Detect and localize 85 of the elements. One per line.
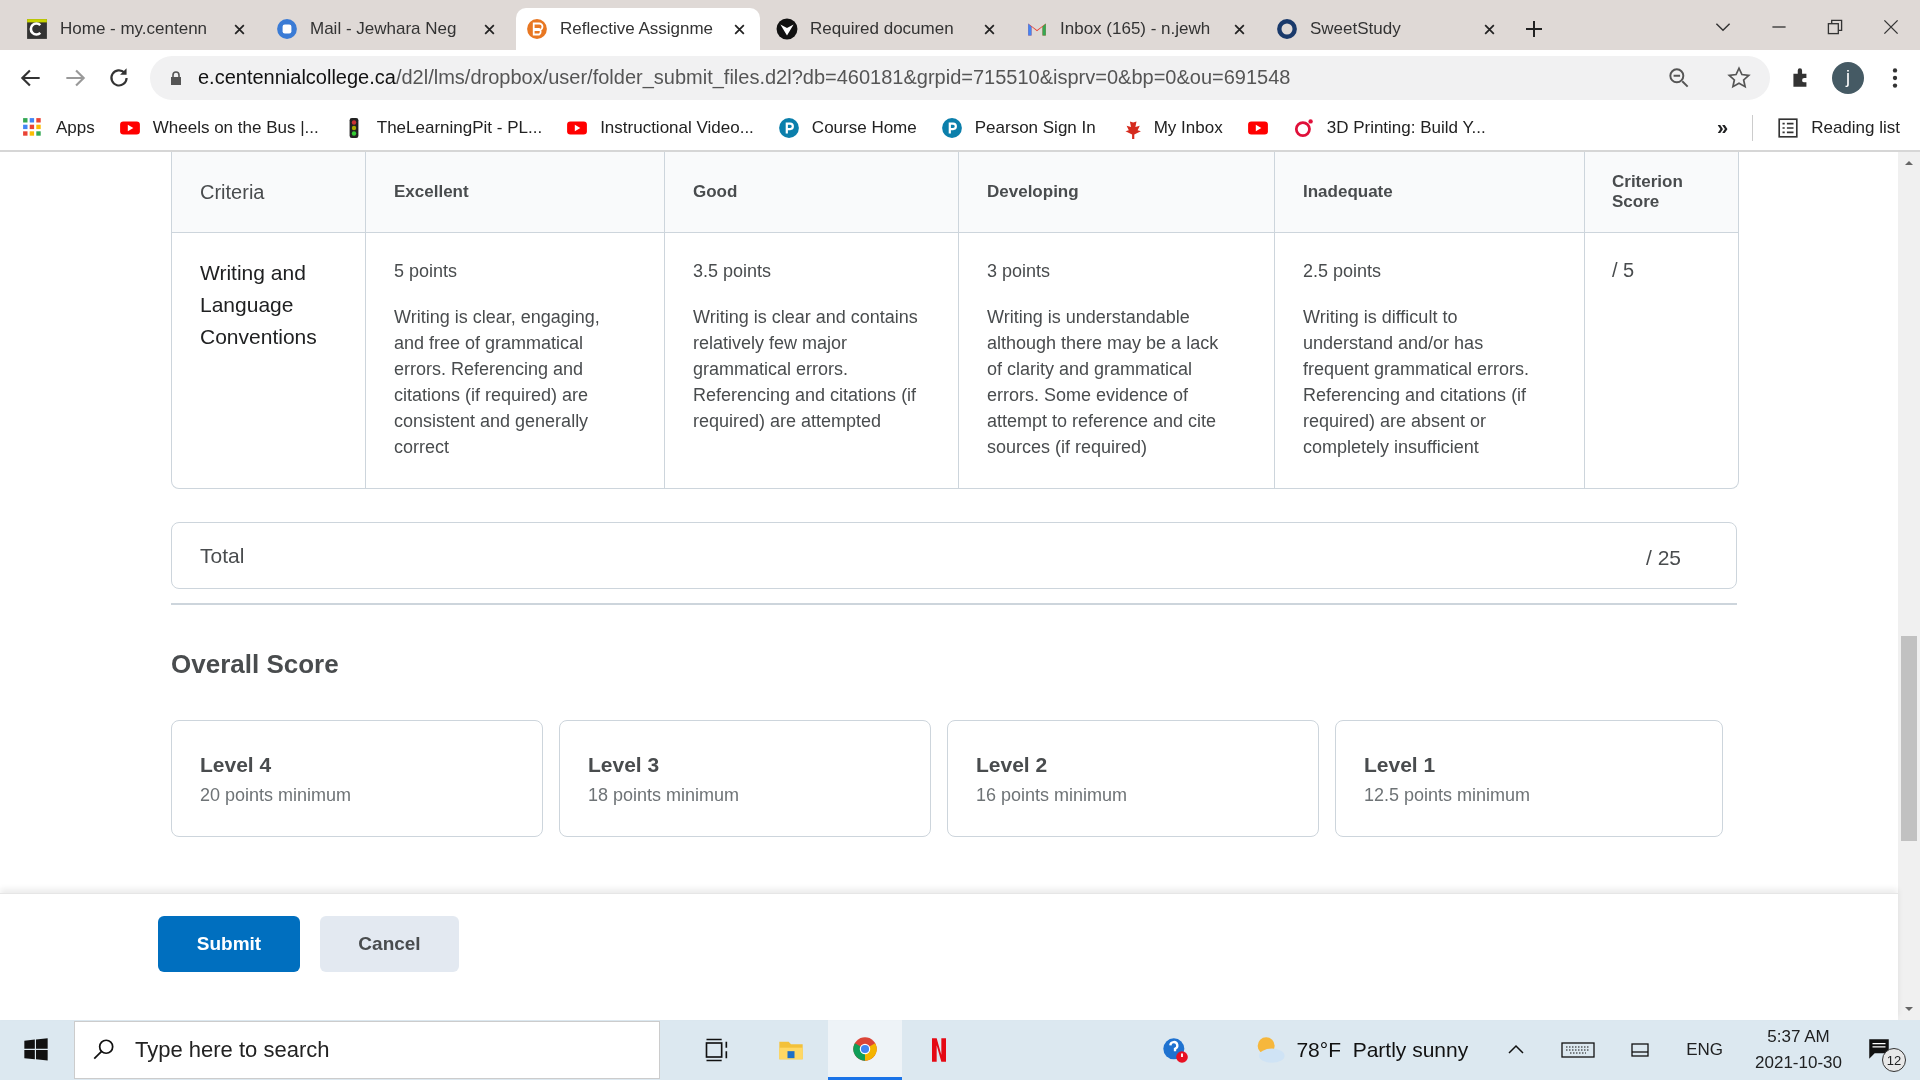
level-description: Writing is understandable although there may be a lack of clarity and grammatical errors. Some evidence of attempt to reference and cite sources (if required): [987, 306, 1220, 459]
submit-button[interactable]: Submit: [158, 916, 300, 972]
level-minimum: 16 points minimum: [976, 785, 1129, 806]
close-tab-icon[interactable]: [733, 22, 746, 36]
level-name: Level 3: [588, 753, 661, 777]
favicon-icon: [26, 18, 48, 40]
weather-widget[interactable]: 78°F Partly sunny: [1252, 1033, 1469, 1067]
scrollbar-thumb[interactable]: [1901, 636, 1917, 841]
bookmark-item[interactable]: 3D Printing: Build Y...: [1292, 116, 1486, 139]
language-indicator[interactable]: ENG: [1686, 1040, 1724, 1060]
tab-title: Mail - Jewhara Neg: [310, 19, 458, 39]
list-icon: [1777, 116, 1800, 139]
level-minimum: 18 points minimum: [588, 785, 741, 806]
favicon-icon: [1276, 18, 1298, 40]
new-tab-icon[interactable]: [1524, 19, 1544, 39]
lock-icon: [168, 69, 184, 86]
column-header: Excellent: [366, 152, 665, 232]
more-bookmarks-button[interactable]: »: [1717, 116, 1729, 139]
level-description: Writing is clear, engaging, and free of grammatical errors. Referencing and citations (if required) are consistent and generally correct: [394, 306, 601, 459]
favicon-icon: [776, 18, 798, 40]
level-points: 3 points: [987, 261, 1052, 282]
level-points: 2.5 points: [1303, 261, 1383, 282]
section-heading: Overall Score: [171, 649, 340, 680]
close-tab-icon[interactable]: [1233, 22, 1246, 36]
bookmark-icon: [940, 116, 963, 139]
browser-tab[interactable]: SweetStudy: [1266, 8, 1510, 50]
bookmark-item[interactable]: Apps: [22, 116, 95, 139]
clock-date[interactable]: 2021-10-30: [1755, 1053, 1842, 1073]
total-score: / 25: [1645, 545, 1681, 570]
level-name: Level 2: [976, 753, 1049, 777]
clock-time[interactable]: 5:37 AM: [1767, 1027, 1830, 1047]
level-points: 3.5 points: [693, 261, 773, 282]
close-tab-icon[interactable]: [1483, 22, 1496, 36]
cancel-button[interactable]: Cancel: [320, 916, 459, 972]
bookmark-star-icon[interactable]: [1726, 64, 1752, 91]
browser-tab[interactable]: Home - my.centenn: [16, 8, 260, 50]
bookmark-item[interactable]: Pearson Sign In: [940, 116, 1096, 139]
level-description: Writing is difficult to understand and/or has frequent grammatical errors. Referencing and citations (if required) are absent or completely insufficient: [1303, 306, 1531, 459]
criterion-score: / 5: [1612, 259, 1635, 282]
level-minimum: 12.5 points minimum: [1364, 785, 1532, 806]
tab-title: SweetStudy: [1310, 19, 1402, 39]
close-tab-icon[interactable]: [483, 22, 496, 36]
scroll-down-icon[interactable]: [1904, 1004, 1914, 1014]
column-header: Developing: [959, 152, 1275, 232]
bookmark-item[interactable]: TheLearningPit - PL...: [342, 116, 543, 139]
browser-tab[interactable]: Required documen: [766, 8, 1010, 50]
column-header: Criterion Score: [1611, 171, 1684, 213]
close-tab-icon[interactable]: [983, 22, 996, 36]
favicon-icon: [526, 18, 548, 40]
tab-title: Reflective Assignme: [560, 19, 715, 39]
tab-title: Home - my.centenn: [60, 19, 209, 39]
level-description: Writing is clear and contains relatively few major grammatical errors. Referencing and citations (if required) are attempted: [693, 306, 918, 433]
column-header: Criteria: [172, 152, 366, 232]
level-name: Level 1: [1364, 753, 1437, 777]
criterion-name: Writing and Language Conventions: [172, 233, 366, 488]
tab-title: Inbox (165) - n.jewh: [1060, 19, 1212, 39]
reading-list-button[interactable]: Reading list: [1777, 116, 1900, 139]
browser-tab[interactable]: Inbox (165) - n.jewh: [1016, 8, 1260, 50]
taskbar-search-field[interactable]: Type here to search: [74, 1021, 660, 1079]
bookmark-item[interactable]: My Inbox: [1119, 116, 1223, 139]
profile-avatar[interactable]: j: [1832, 61, 1864, 94]
bookmark-item[interactable]: Wheels on the Bus |...: [118, 116, 319, 139]
notification-count: 12: [1882, 1048, 1906, 1072]
chrome-icon[interactable]: [851, 1034, 879, 1063]
level-points: 5 points: [394, 261, 459, 282]
scrollbar[interactable]: [1898, 152, 1920, 1020]
column-header: Good: [665, 152, 959, 232]
level-minimum: 20 points minimum: [200, 785, 353, 806]
column-header: Inadequate: [1275, 152, 1585, 232]
tab-title: Required documen: [810, 19, 955, 39]
total-label: Total: [200, 543, 245, 568]
favicon-icon: [276, 18, 298, 40]
browser-tab[interactable]: Reflective Assignme: [516, 8, 760, 50]
scroll-up-icon[interactable]: [1904, 158, 1914, 168]
help-icon[interactable]: [1161, 1036, 1190, 1064]
browser-tab[interactable]: Mail - Jewhara Neg: [266, 8, 510, 50]
url-text: e.centennialcollege.ca/d2l/lms/dropbox/user/folder_submit_files.d2l?db=460181&grpid=715510&isprv=0&bp=0&ou=691548: [198, 66, 1292, 89]
bookmark-icon: [777, 116, 800, 139]
bookmark-item[interactable]: Course Home: [777, 116, 917, 139]
close-tab-icon[interactable]: [233, 22, 246, 36]
level-name: Level 4: [200, 753, 273, 777]
bookmark-icon: [1292, 116, 1315, 139]
bookmark-icon: [22, 116, 44, 139]
address-bar[interactable]: e.centennialcollege.ca/d2l/lms/dropbox/user/folder_submit_files.d2l?db=460181&grpid=715510&isprv=0&bp=0&ou=691548: [150, 55, 1770, 100]
bookmark-item[interactable]: Instructional Video...: [566, 116, 754, 139]
